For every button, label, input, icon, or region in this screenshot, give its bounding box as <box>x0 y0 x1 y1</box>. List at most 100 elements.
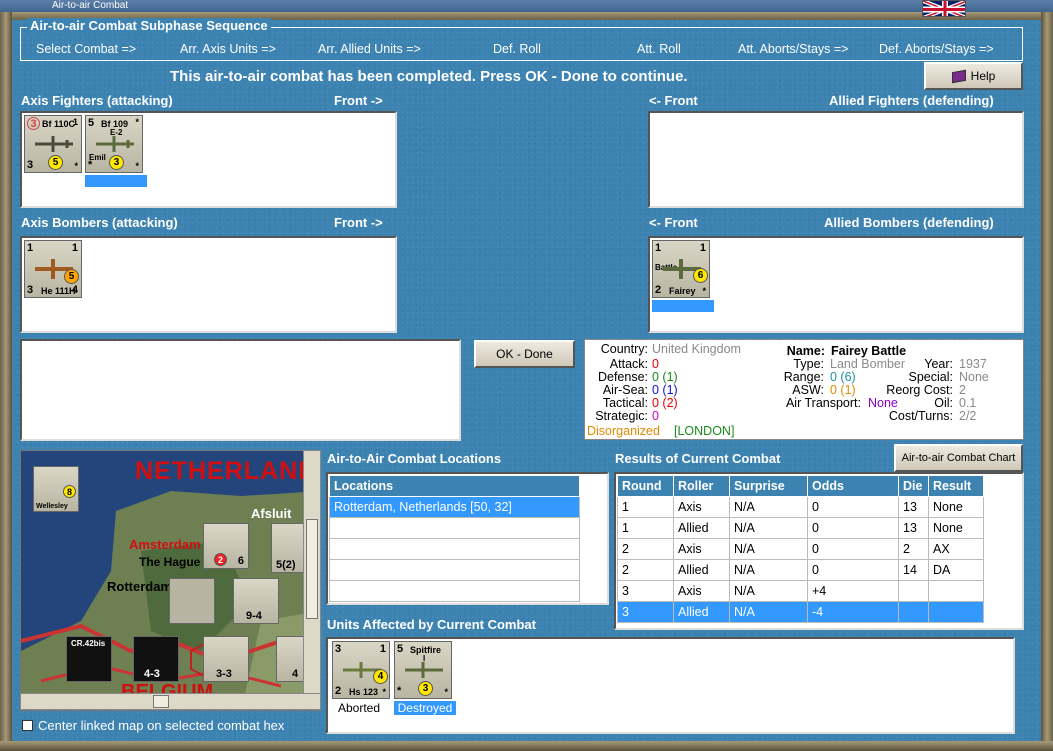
allied-fighters-panel <box>648 111 1024 208</box>
results-col-roller[interactable]: Roller <box>673 475 730 497</box>
results-cell: 14 <box>898 559 929 581</box>
allied-bombers-front: <- Front <box>649 215 698 230</box>
results-row[interactable]: 1 Allied N/A 0 13 None <box>617 517 984 539</box>
locations-column-header[interactable]: Locations <box>329 475 580 497</box>
map-place-rotterdam: Rotterdam <box>107 579 173 594</box>
results-cell: N/A <box>729 580 808 602</box>
combat-chart-button[interactable]: Air-to-air Combat Chart <box>894 444 1023 472</box>
results-cell: N/A <box>729 517 808 539</box>
selected-unit-marker <box>85 175 147 187</box>
results-cell: 0 <box>807 559 899 581</box>
map-unit-belgian-corps[interactable]: 4-3 <box>133 636 179 682</box>
results-cell: Allied <box>673 601 730 623</box>
results-row[interactable]: 3 Axis N/A +4 <box>617 580 984 602</box>
results-table: Round Roller Surprise Odds Die Result 1A… <box>617 475 984 623</box>
allied-bombers-header: Allied Bombers (defending) <box>824 215 994 230</box>
results-cell: None <box>928 517 984 539</box>
results-col-result[interactable]: Result <box>928 475 984 497</box>
results-cell: AX <box>928 538 984 560</box>
plane-icon <box>405 662 443 678</box>
results-cell: Allied <box>673 517 730 539</box>
map-unit-infantry[interactable]: 2 6 <box>203 523 249 569</box>
status-message: This air-to-air combat has been complete… <box>170 68 688 85</box>
ok-done-button[interactable]: OK - Done <box>474 340 575 368</box>
results-cell: DA <box>928 559 984 581</box>
results-cell: -4 <box>807 601 899 623</box>
locations-table: Locations Rotterdam, Netherlands [50, 32… <box>329 475 580 602</box>
window-title: Air-to-air Combat <box>0 0 1053 12</box>
results-cell <box>898 580 929 602</box>
uk-flag-icon[interactable] <box>922 0 966 17</box>
window-frame-bottom <box>0 741 1053 751</box>
results-cell: 1 <box>617 517 674 539</box>
center-map-label: Center linked map on selected combat hex <box>38 718 285 733</box>
affected-status-aborted: Aborted <box>338 701 381 715</box>
results-cell: +4 <box>807 580 899 602</box>
unit-counter-bf110c[interactable]: 3 Bf 110C 1 3 5 * <box>24 115 82 173</box>
results-cell: 1 <box>617 496 674 518</box>
results-header: Results of Current Combat <box>615 451 781 466</box>
location-row-empty <box>329 538 580 560</box>
seq-step-arr-axis: Arr. Axis Units => <box>180 42 276 56</box>
results-cell: 13 <box>898 496 929 518</box>
results-cell: N/A <box>729 601 808 623</box>
location-row[interactable]: Rotterdam, Netherlands [50, 32] <box>329 496 580 518</box>
map-place-afsluitdijk: Afsluit <box>251 506 292 521</box>
results-col-odds[interactable]: Odds <box>807 475 899 497</box>
map-horizontal-scrollbar[interactable] <box>20 693 321 710</box>
allied-bombers-panel: 1 1 Battle 6 2 Fairey * <box>648 236 1024 333</box>
map-hscroll-thumb[interactable] <box>153 695 169 708</box>
results-cell: Axis <box>673 580 730 602</box>
results-col-round[interactable]: Round <box>617 475 674 497</box>
results-col-die[interactable]: Die <box>898 475 929 497</box>
unit-counter-fairey-battle[interactable]: 1 1 Battle 6 2 Fairey * <box>652 240 710 298</box>
results-cell: N/A <box>729 559 808 581</box>
results-cell: N/A <box>729 538 808 560</box>
seq-step-select-combat: Select Combat => <box>36 42 137 56</box>
linked-map[interactable]: NETHERLANDS Amsterdam The Hague Rotterda… <box>20 450 321 711</box>
results-panel: Round Roller Surprise Odds Die Result 1A… <box>614 472 1024 630</box>
results-cell <box>928 580 984 602</box>
map-unit-army[interactable]: 9-4 <box>233 578 279 624</box>
results-row[interactable]: 2 Axis N/A 0 2 AX <box>617 538 984 560</box>
results-col-surprise[interactable]: Surprise <box>729 475 808 497</box>
map-vscroll-thumb[interactable] <box>306 519 318 619</box>
affected-unit-hs123[interactable]: 3 1 4 2 Hs 123 * <box>332 641 390 699</box>
results-cell: Axis <box>673 538 730 560</box>
map-unit-bf109[interactable] <box>169 578 215 624</box>
unit-counter-he111h[interactable]: 1 1 5 3 He 111H 4 <box>24 240 82 298</box>
window-frame-left <box>0 12 12 751</box>
seq-step-def-aborts: Def. Aborts/Stays => <box>879 42 994 56</box>
center-map-checkbox[interactable] <box>22 720 33 731</box>
axis-bombers-front: Front -> <box>334 215 383 230</box>
results-cell <box>928 601 984 623</box>
results-cell: Axis <box>673 496 730 518</box>
results-cell: 0 <box>807 538 899 560</box>
selected-unit-marker <box>652 300 714 312</box>
axis-bombers-panel: 1 1 5 3 He 111H 4 <box>20 236 397 333</box>
location-row-empty <box>329 559 580 581</box>
results-cell: 2 <box>898 538 929 560</box>
window-frame-right <box>1041 12 1053 751</box>
map-unit-cr42[interactable]: CR.42bis <box>66 636 112 682</box>
results-cell: 2 <box>617 559 674 581</box>
results-cell: None <box>928 496 984 518</box>
affected-unit-spitfire[interactable]: 5 Spitfire I * 3 * <box>394 641 452 699</box>
map-unit-mech[interactable]: 3-3 <box>203 636 249 682</box>
unit-counter-bf109[interactable]: 5 Bf 109 * E-2 Emil * 3 * <box>85 115 143 173</box>
location-row-empty <box>329 517 580 539</box>
results-cell: N/A <box>729 496 808 518</box>
help-button[interactable]: Help <box>924 62 1023 90</box>
axis-fighters-front: Front -> <box>334 93 383 108</box>
locations-panel: Locations Rotterdam, Netherlands [50, 32… <box>326 472 609 605</box>
results-cell: Allied <box>673 559 730 581</box>
map-unit-wellesley[interactable]: 8 Wellesley <box>33 466 79 512</box>
unit-info-panel: Country: United Kingdom Attack: 0 Defens… <box>584 339 1024 440</box>
axis-fighters-header: Axis Fighters (attacking) <box>21 93 173 108</box>
results-cell: 2 <box>617 538 674 560</box>
results-row[interactable]: 3 Allied N/A -4 <box>617 601 984 623</box>
results-cell: 3 <box>617 601 674 623</box>
results-row[interactable]: 2 Allied N/A 0 14 DA <box>617 559 984 581</box>
results-row[interactable]: 1 Axis N/A 0 13 None <box>617 496 984 518</box>
map-vertical-scrollbar[interactable] <box>303 450 321 694</box>
